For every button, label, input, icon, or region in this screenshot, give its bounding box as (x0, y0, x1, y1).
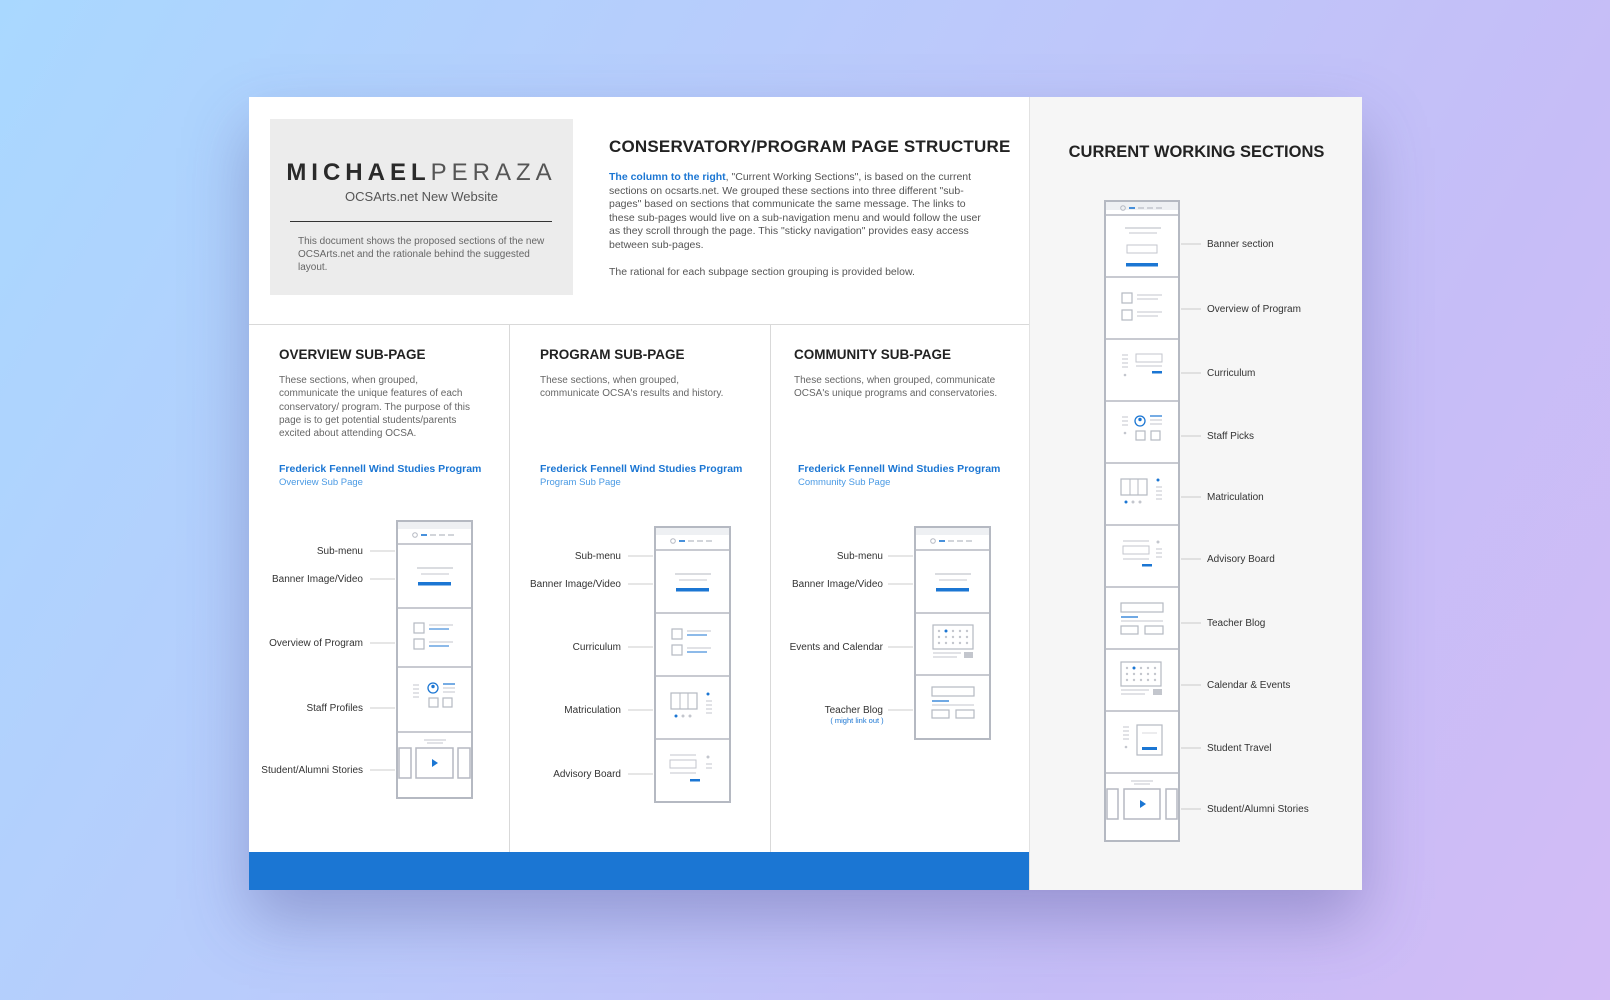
wireframe-label: Banner Image/Video (272, 574, 363, 585)
section-label: Student/Alumni Stories (1207, 804, 1309, 815)
wireframe-label: Staff Profiles (306, 703, 363, 714)
brand-block: MICHAELPERAZA OCSArts.net New Website Th… (270, 119, 573, 295)
wireframe-label: Curriculum (573, 642, 621, 653)
brand-description: This document shows the proposed section… (298, 236, 545, 273)
community-wireframe: Sub-menu Banner Image/Video Events and C… (790, 526, 991, 740)
wireframe-label: Student/Alumni Stories (261, 765, 363, 776)
section-label: Advisory Board (1207, 554, 1275, 565)
program-wireframe: Sub-menu Banner Image/Video Curriculum M… (530, 526, 731, 803)
intro-rationale: The rational for each subpage section gr… (609, 266, 915, 278)
current-sections-panel: CURRENT WORKING SECTIONS Banner section … (1029, 97, 1362, 890)
wireframe-note: ( might link out ) (830, 716, 884, 725)
section-label: Teacher Blog (1207, 618, 1265, 629)
wireframe-label: Sub-menu (837, 551, 883, 562)
brand-logo: MICHAELPERAZA (286, 159, 557, 186)
structure-panel: MICHAELPERAZA OCSArts.net New Website Th… (249, 97, 1029, 890)
section-label: Banner section (1207, 239, 1274, 250)
overview-wireframe: Sub-menu Banner Image/Video Overview of … (261, 520, 473, 799)
brand-subtitle: OCSArts.net New Website (345, 189, 498, 204)
wireframe-label: Banner Image/Video (792, 579, 883, 590)
program-column: PROGRAM SUB-PAGE These sections, when gr… (510, 324, 770, 852)
wireframe-label: Advisory Board (553, 769, 621, 780)
current-sections-wireframe: Banner section Overview of Program Curri… (1104, 200, 1309, 842)
wireframe-label: Sub-menu (575, 551, 621, 562)
section-label: Matriculation (1207, 492, 1264, 503)
overview-column: OVERVIEW SUB-PAGE These sections, when g… (249, 324, 509, 852)
section-label: Staff Picks (1207, 431, 1254, 442)
wireframe-label: Sub-menu (317, 546, 363, 557)
community-column: COMMUNITY SUB-PAGE These sections, when … (771, 324, 1029, 852)
section-label: Student Travel (1207, 743, 1271, 754)
page-title: CONSERVATORY/PROGRAM PAGE STRUCTURE (609, 137, 1011, 156)
section-label: Overview of Program (1207, 304, 1301, 315)
wireframe-label: Banner Image/Video (530, 579, 621, 590)
wireframe-label: Teacher Blog (825, 705, 883, 716)
brand-divider (290, 221, 552, 222)
intro-paragraph: The column to the right, "Current Workin… (609, 171, 981, 251)
wireframe-label: Overview of Program (269, 638, 363, 649)
section-label: Curriculum (1207, 368, 1255, 379)
wireframe-label: Matriculation (564, 705, 621, 716)
intro-highlight: The column to the right (609, 171, 726, 183)
document-sheet: MICHAELPERAZA OCSArts.net New Website Th… (249, 97, 1362, 890)
wireframe-label: Events and Calendar (790, 642, 884, 653)
footer-bar (249, 852, 1029, 890)
section-label: Calendar & Events (1207, 680, 1290, 691)
